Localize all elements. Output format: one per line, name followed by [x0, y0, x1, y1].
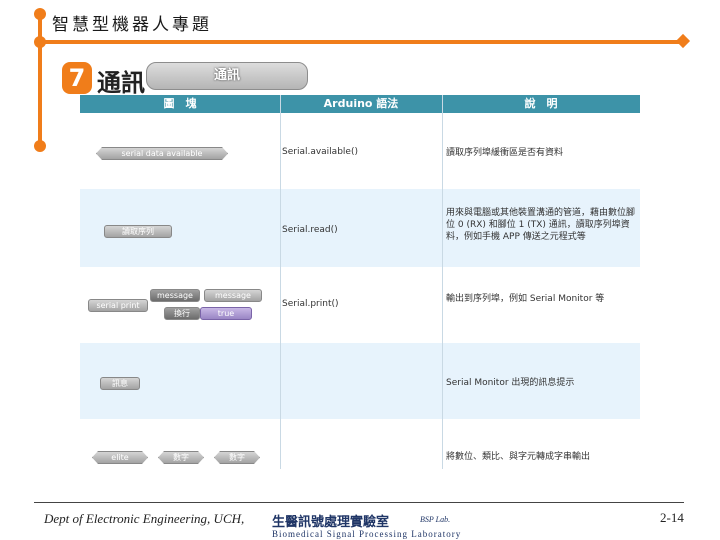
row-code: Serial.print()	[282, 299, 339, 309]
col-header-desc: 說 明	[524, 97, 558, 110]
block-serial-print: serial print	[88, 299, 148, 312]
table-row: 讀取序列 Serial.read() 用來與電腦或其他裝置溝通的管道，藉由數位腳…	[80, 189, 640, 267]
page-number: 2-14	[660, 510, 684, 525]
row-description: 將數位、類比、與字元轉成字串輸出	[446, 452, 591, 462]
rule-dot-top	[34, 8, 46, 20]
section-title: 通訊	[97, 69, 145, 97]
row-description: 讀取序列埠緩衝區是否有資料	[446, 148, 564, 158]
row-code: Serial.available()	[282, 147, 358, 157]
rule-dot-bottom	[34, 140, 46, 152]
block-serial-available: serial data available	[96, 147, 228, 160]
footer-department: Dept of Electronic Engineering, UCH,	[44, 511, 245, 526]
table-row: 訊息 Serial Monitor 出現的訊息提示	[80, 343, 640, 419]
section-number-badge: 7	[62, 62, 92, 94]
row-description: 用來與電腦或其他裝置溝通的管道，藉由數位腳位 0 (RX) 和腳位 1 (TX)…	[446, 208, 636, 242]
lab-logo-english: Biomedical Signal Processing Laboratory	[272, 529, 462, 539]
block-number-a: 數字	[158, 451, 204, 464]
block-message-prompt: 訊息	[100, 377, 140, 390]
syntax-table: 圖 塊 Arduino 語法 說 明 serial data available…	[80, 95, 640, 469]
row-description: 輸出到序列埠，例如 Serial Monitor 等	[446, 294, 605, 304]
rule-diamond	[675, 33, 691, 49]
rule-dot-corner	[34, 36, 46, 48]
page-title: 智慧型機器人專題	[52, 15, 212, 35]
column-divider	[280, 95, 281, 469]
lab-logo-abbr: BSP Lab.	[420, 515, 451, 524]
row-code: Serial.read()	[282, 225, 338, 235]
col-header-syntax: Arduino 語法	[323, 97, 399, 110]
table-row: elite 數字 數字 將數位、類比、與字元轉成字串輸出	[80, 419, 640, 469]
table-row: message serial print message 換行 true Ser…	[80, 267, 640, 343]
col-header-block: 圖 塊	[163, 97, 197, 110]
side-rule	[38, 12, 42, 145]
category-block-label: 通訊	[213, 68, 240, 83]
block-true: true	[200, 307, 252, 320]
column-divider	[442, 95, 443, 469]
table-row: serial data available Serial.available()…	[80, 113, 640, 189]
block-elite: elite	[92, 451, 148, 464]
category-block: 通訊	[146, 62, 308, 90]
block-message-param: message	[150, 289, 200, 302]
block-newline: 換行	[164, 307, 200, 320]
lab-logo-name: 生醫訊號處理實驗室	[272, 515, 390, 530]
block-serial-read: 讀取序列	[104, 225, 172, 238]
table-header: 圖 塊 Arduino 語法 說 明	[80, 95, 640, 113]
block-message: message	[204, 289, 262, 302]
footer-rule	[34, 502, 684, 503]
row-description: Serial Monitor 出現的訊息提示	[446, 378, 575, 388]
header-rule	[40, 40, 685, 44]
block-number-b: 數字	[214, 451, 260, 464]
